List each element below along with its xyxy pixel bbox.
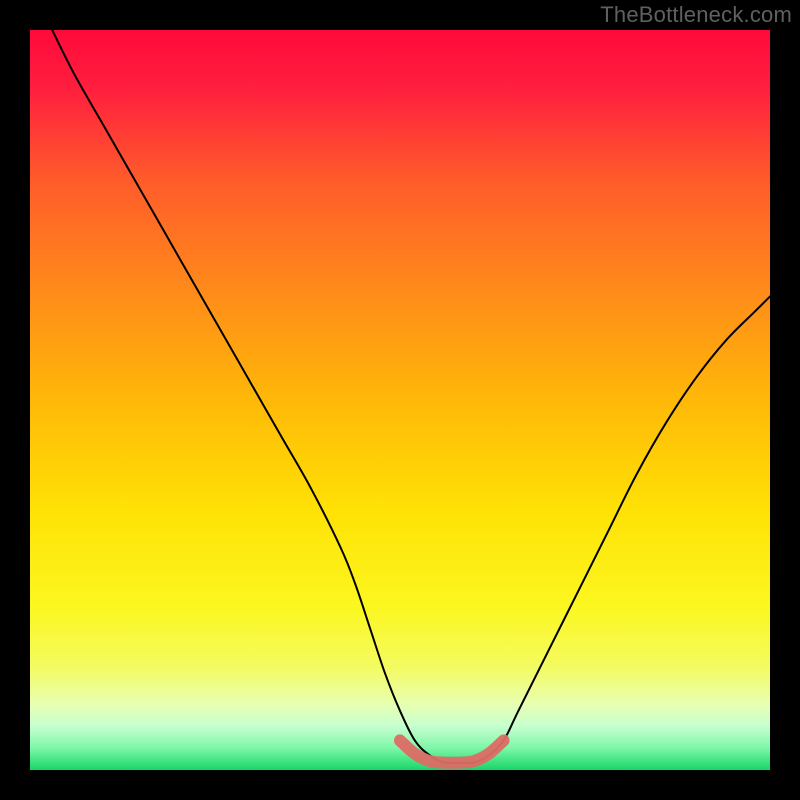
gradient-background — [30, 30, 770, 770]
bottleneck-chart — [30, 30, 770, 770]
plot-area — [30, 30, 770, 770]
chart-frame: TheBottleneck.com — [0, 0, 800, 800]
watermark-text: TheBottleneck.com — [600, 2, 792, 28]
